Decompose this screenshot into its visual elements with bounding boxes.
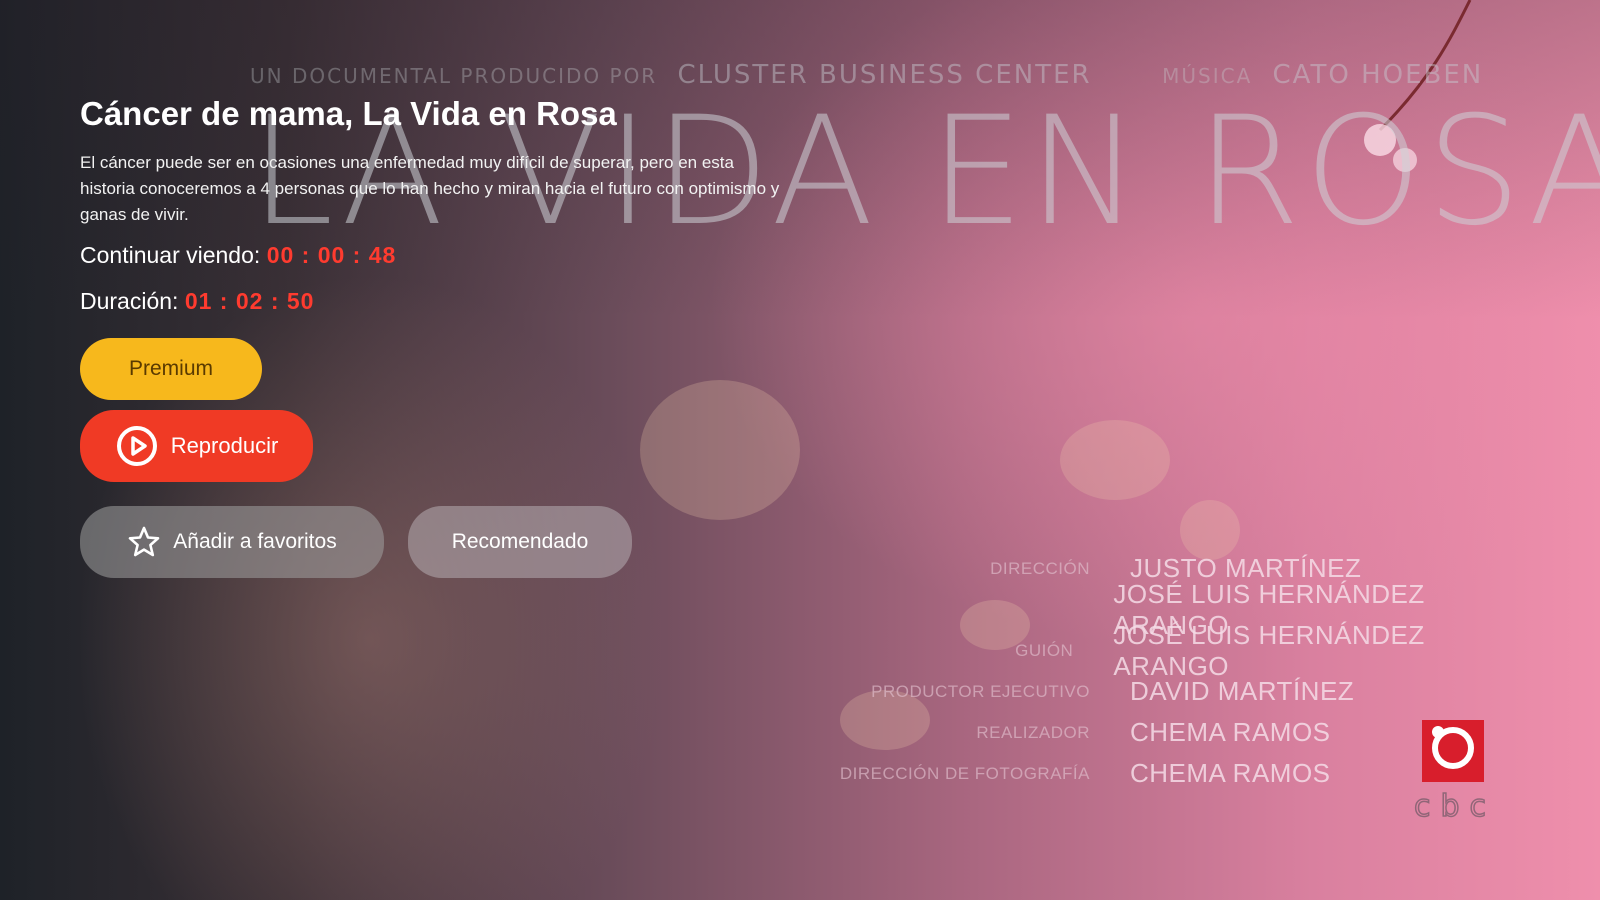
recommended-button-label: Recomendado [451,530,589,553]
content-description: El cáncer puede ser en ocasiones una enf… [80,153,780,224]
credit-role: PRODUCTOR EJECUTIVO [871,681,1090,701]
credit-role: DIRECCIÓN [990,558,1090,578]
cbc-logo: cbc [1413,720,1496,825]
play-circle-icon [115,424,159,468]
credit-role: REALIZADOR [976,722,1090,742]
star-outline-icon [127,525,161,559]
add-favorite-button[interactable]: Añadir a favoritos [80,506,384,578]
premium-button-label: Premium [128,357,213,380]
paint-splash [640,380,800,520]
credit-name: JOSÉ LUIS HERNÁNDEZ ARANGO [1113,619,1425,681]
paint-splash [1060,420,1170,500]
add-favorite-button-label: Añadir a favoritos [173,530,337,553]
duration-label: Duración: [80,288,185,314]
credit-name: DAVID MARTÍNEZ [1130,676,1355,706]
credit-name: CHEMA RAMOS [1130,758,1331,788]
recommended-button[interactable]: Recomendado [408,506,632,578]
premium-button[interactable]: Premium [80,338,262,400]
continue-label: Continuar viendo: [80,242,267,268]
play-button[interactable]: Reproducir [80,410,313,482]
cbc-logo-text: cbc [1414,789,1496,824]
credit-name: CHEMA RAMOS [1130,717,1331,747]
credit-role: GUIÓN [1015,640,1074,660]
continue-watching: Continuar viendo: 00 : 00 : 48 [80,242,396,269]
content-title: Cáncer de mama, La Vida en Rosa [80,95,617,132]
play-button-label: Reproducir [170,433,279,458]
credit-role: DIRECCIÓN DE FOTOGRAFÍA [839,763,1090,783]
duration: Duración: 01 : 02 : 50 [80,288,314,315]
continue-time: 00 : 00 : 48 [266,242,397,268]
credit-row: GUIÓN JOSÉ LUIS HERNÁNDEZ ARANGO [820,620,1520,681]
duration-time: 01 : 02 : 50 [184,288,315,314]
